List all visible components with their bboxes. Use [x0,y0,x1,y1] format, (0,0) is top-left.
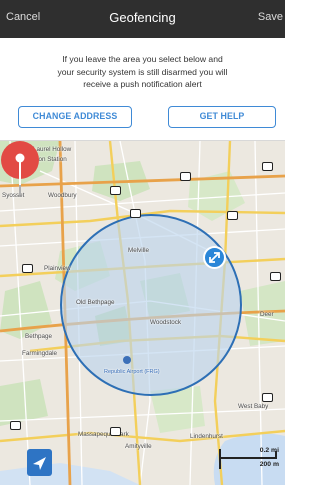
route-shield-icon [22,264,33,273]
info-line-1: If you leave the area you select below a… [62,54,223,64]
map-label-woodbury: Woodbury [48,192,77,199]
map-label-plainview: Plainview [44,265,71,272]
map-view[interactable]: Laurel Hollow Huntington Station Syosset… [0,141,285,485]
map-label-deer: Deer [260,311,274,318]
map-label-farmingdale: Farmingdale [22,350,57,357]
scale-meters: 200 m [259,461,279,468]
route-shield-icon [110,186,121,195]
scale-bar [219,457,277,459]
resize-glyph [209,252,220,263]
map-label-republic-airport: Republic Airport (FRG) [104,369,160,375]
route-shield-icon [180,172,191,181]
map-label-amityville: Amityville [125,443,152,450]
map-label-woodstock: Woodstock [150,319,182,326]
scale-tick [219,449,221,469]
route-shield-icon [10,421,21,430]
save-button[interactable]: Save [258,11,283,23]
map-scale: 0.2 mi 200 m [219,447,281,475]
map-label-melville: Melville [128,247,149,254]
map-background [0,141,285,485]
info-line-3: receive a push notification alert [83,79,202,89]
route-shield-icon [262,393,273,402]
info-line-2: your security system is still disarmed y… [57,66,228,77]
change-address-button[interactable]: CHANGE ADDRESS [18,106,132,128]
map-label-lindenhurst: Lindenhurst [190,433,223,440]
route-shield-icon [262,162,273,171]
info-panel: If you leave the area you select below a… [0,38,285,141]
page-title: Geofencing [109,10,176,25]
map-label-old-bethpage: Old Bethpage [76,299,115,306]
map-label-bethpage: Bethpage [25,333,52,340]
route-shield-icon [227,211,238,220]
map-label-west-babylon: West Baby [238,403,269,410]
location-arrow-glyph [33,457,46,470]
get-help-button[interactable]: GET HELP [168,106,276,128]
resize-arrows-icon[interactable] [203,246,226,269]
info-message: If you leave the area you select below a… [22,53,263,91]
route-shield-icon [110,427,121,436]
map-pin-icon[interactable] [0,141,40,199]
scale-tick [275,451,277,459]
map-label-massapequa-park: Massapequa Park [78,431,129,438]
location-arrow-icon[interactable] [27,449,52,476]
navigation-bar: Cancel Geofencing Save [0,0,285,38]
route-shield-icon [270,272,281,281]
route-shield-icon [130,209,141,218]
